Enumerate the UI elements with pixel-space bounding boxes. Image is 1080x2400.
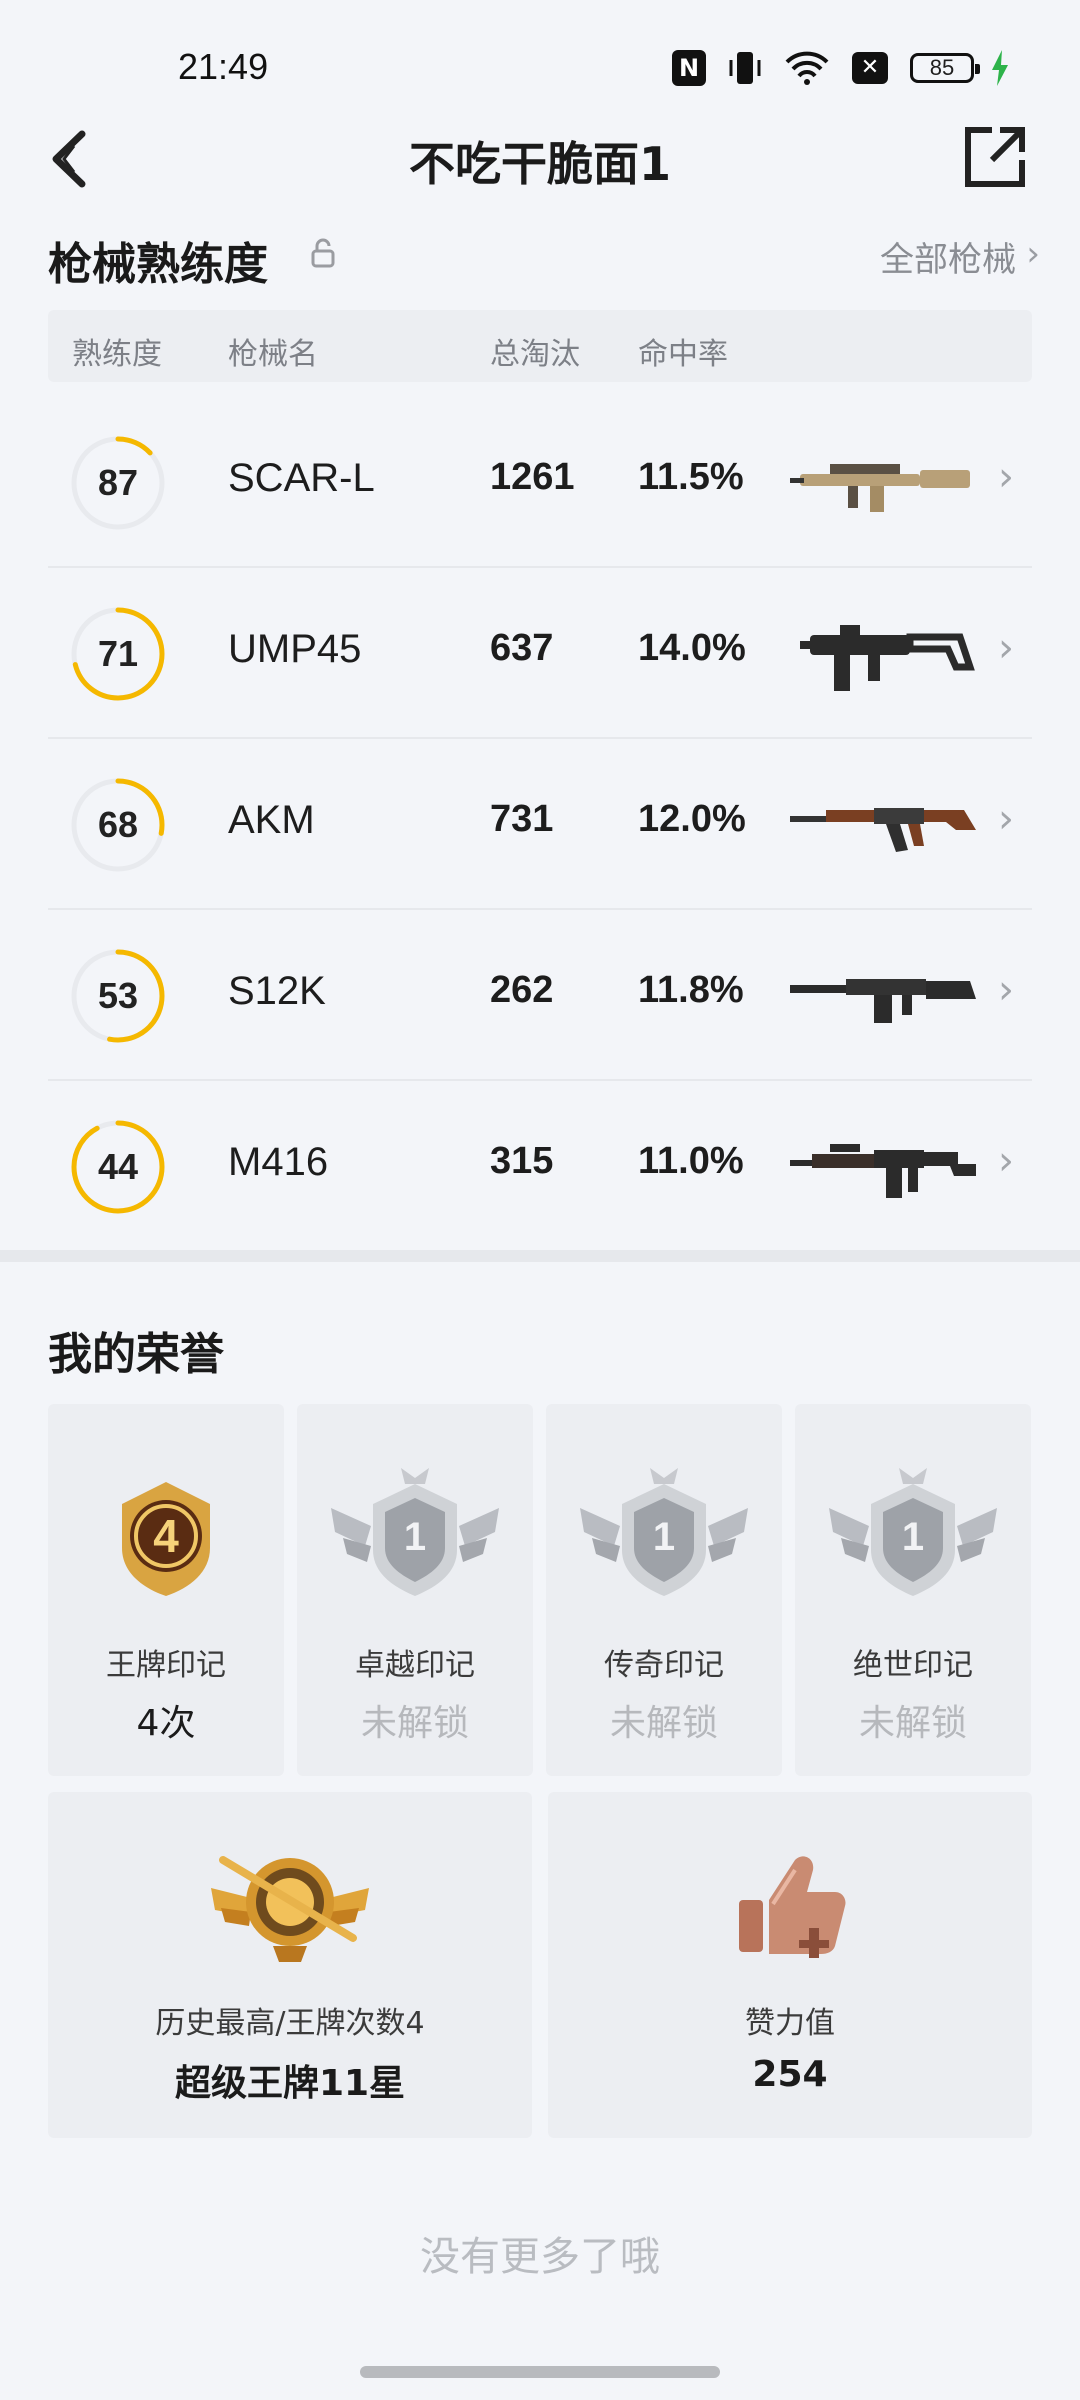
page-title: 不吃干脆面1 [408,137,671,191]
weapons-table-header: 熟练度 枪械名 总淘汰 命中率 [48,310,1032,382]
honor-mark-label: 传奇印记 [604,1648,724,1683]
badge-number: 1 [404,1515,426,1559]
honor-mark-card[interactable]: 4 王牌印记 4次 [48,1404,284,1776]
weapon-row[interactable]: 71 UMP45 637 14.0% › [48,569,1032,739]
wifi-icon [784,50,830,86]
locked-mark-badge-icon: 1 [829,1468,997,1596]
column-total-kills: 总淘汰 [490,337,580,372]
total-kills: 731 [490,798,554,840]
total-kills: 315 [490,1140,554,1182]
column-hit-rate: 命中率 [638,337,728,372]
s12k-shotgun-icon [790,979,976,1023]
honor-mark-value: 4次 [136,1703,196,1744]
all-weapons-link[interactable]: 全部枪械 [880,232,1016,281]
honor-mark-value: 未解锁 [858,1703,967,1744]
hit-rate: 14.0% [638,627,746,669]
chevron-right-icon[interactable]: › [998,454,1014,500]
thumbs-up-icon [739,1856,846,1958]
nfc-icon: N [672,50,706,86]
hit-rate: 11.5% [638,456,744,498]
proficiency-value: 71 [97,633,139,674]
highest-tier-label: 历史最高/王牌次数4 [155,2006,425,2041]
likes-label: 赞力值 [745,2006,835,2041]
column-proficiency: 熟练度 [72,337,162,372]
locked-mark-badge-icon: 1 [580,1468,748,1596]
honor-mark-label: 绝世印记 [853,1648,973,1683]
chevron-right-icon[interactable]: › [998,796,1014,842]
likes-card[interactable]: 赞力值 254 [548,1792,1032,2138]
chevron-right-icon[interactable]: › [1026,234,1040,274]
status-icons: N ✕ 85 [672,46,1010,90]
row-divider [48,908,1032,910]
weapon-name: M416 [228,1140,329,1184]
honor-mark-value: 未解锁 [360,1703,469,1744]
proficiency-value: 53 [97,975,139,1016]
proficiency-value: 87 [97,462,139,503]
vibrate-icon [728,50,762,86]
column-weapon-name: 枪械名 [228,337,318,372]
badge-number: 1 [902,1515,924,1559]
weapons-section-title: 枪械熟练度 [48,239,268,290]
honor-mark-label: 王牌印记 [106,1648,226,1683]
super-ace-badge-icon [211,1856,369,1962]
honor-mark-label: 卓越印记 [355,1648,475,1683]
status-time: 21:49 [178,46,269,87]
weapon-row[interactable]: 87 SCAR-L 1261 11.5% › [48,398,1032,568]
weapon-name: SCAR-L [228,456,375,500]
highest-tier-card[interactable]: 历史最高/王牌次数4 超级王牌11星 [48,1792,532,2138]
weapon-name: AKM [228,798,315,842]
badge-number: 1 [653,1515,675,1559]
hit-rate: 11.8% [638,969,744,1011]
proficiency-value: 68 [97,804,139,845]
proficiency-value: 44 [97,1146,139,1187]
weapon-row[interactable]: 44 M416 315 11.0% › [48,1082,1032,1252]
honor-mark-value: 未解锁 [609,1703,718,1744]
honor-mark-card[interactable]: 1 传奇印记未解锁 [546,1404,782,1776]
chevron-right-icon[interactable]: › [998,967,1014,1013]
lock-icon[interactable] [310,238,336,268]
chevron-right-icon[interactable]: › [998,625,1014,671]
m416-rifle-icon [790,1144,976,1198]
weapon-name: UMP45 [228,627,362,671]
home-indicator[interactable] [360,2366,720,2378]
row-divider [48,737,1032,739]
share-external-icon[interactable] [962,124,1028,190]
hit-rate: 12.0% [638,798,746,840]
scar-l-rifle-icon [790,464,970,512]
no-more-footer: 没有更多了哦 [420,2234,660,2280]
weapon-row[interactable]: 53 S12K 262 11.8% › [48,911,1032,1081]
charging-icon [990,50,1010,86]
ace-mark-badge-icon: 4 [122,1482,210,1596]
row-divider [48,1079,1032,1081]
likes-value: 254 [752,2054,828,2095]
badge-number: 4 [153,1510,179,1562]
total-kills: 1261 [490,456,575,498]
chevron-right-icon[interactable]: › [998,1138,1014,1184]
battery-level: 85 [929,55,955,80]
section-divider [0,1250,1080,1262]
honors-section-title: 我的荣誉 [48,1329,224,1380]
weapon-name: S12K [228,969,326,1013]
ump45-smg-icon [800,625,975,691]
app-header: 不吃干脆面1 [0,120,1080,200]
honor-mark-card[interactable]: 1 卓越印记未解锁 [297,1404,533,1776]
hit-rate: 11.0% [638,1140,744,1182]
weapon-row[interactable]: 68 AKM 731 12.0% › [48,740,1032,910]
akm-rifle-icon [790,808,976,852]
total-kills: 637 [490,627,554,669]
row-divider [48,566,1032,568]
highest-tier-value: 超级王牌11星 [174,2063,406,2104]
honor-mark-card[interactable]: 1 绝世印记未解锁 [795,1404,1031,1776]
status-bar: 21:49 N ✕ 85 [0,0,1080,130]
no-sim-icon: ✕ [852,52,888,84]
battery-icon: 85 [910,53,980,83]
locked-mark-badge-icon: 1 [331,1468,499,1596]
total-kills: 262 [490,969,554,1011]
